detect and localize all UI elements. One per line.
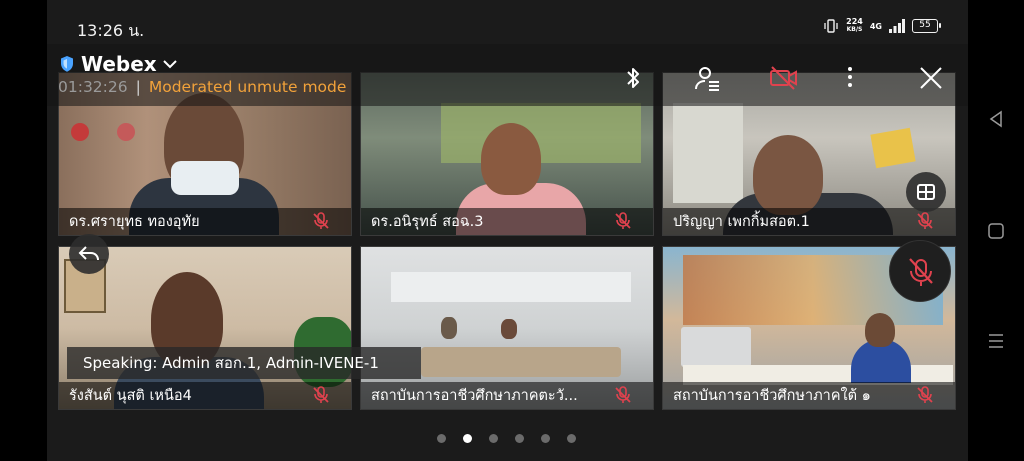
speaking-text: Speaking: Admin สอก.1, Admin-IVENE-1 <box>83 354 379 372</box>
page-dot[interactable] <box>541 434 550 443</box>
participants-icon[interactable] <box>694 64 722 92</box>
mute-icon <box>909 258 933 286</box>
shield-icon <box>61 56 73 72</box>
muted-icon <box>615 386 631 403</box>
face-mask <box>171 161 239 195</box>
participant-name: รังสันต์ นุสติ เหนือ4 <box>59 382 351 409</box>
signal-icon <box>889 19 905 33</box>
meeting-info: 01:32:26 | Moderated unmute mode <box>58 78 346 96</box>
bluetooth-icon[interactable] <box>619 64 647 92</box>
close-icon[interactable] <box>917 64 945 92</box>
app-title: Webex <box>81 52 157 76</box>
participant-name: สถาบันการอาชีวศึกษาภาคตะวั... <box>361 382 653 409</box>
page-dot[interactable] <box>567 434 576 443</box>
net-speed-unit: KB/S <box>846 26 863 33</box>
nav-home-icon[interactable] <box>987 222 1005 240</box>
speaking-indicator: Speaking: Admin สอก.1, Admin-IVENE-1 <box>67 347 421 379</box>
page-dot[interactable] <box>489 434 498 443</box>
screen: 13:26 น. 224 KB/S 4G 55 ดร.ศรายุทธ ทองอุ… <box>0 0 1024 461</box>
muted-icon <box>917 386 933 403</box>
battery-icon: 55 <box>912 19 941 33</box>
muted-icon <box>313 212 329 229</box>
participant-name: ดร.อนิรุทธ์ สอฉ.3 <box>361 208 653 235</box>
app-title-row[interactable]: Webex <box>59 52 177 76</box>
page-indicator[interactable] <box>437 434 576 443</box>
network-type: 4G <box>869 21 882 31</box>
participant-name: สถาบันการอาชีวศึกษาภาคใต้ ๑ <box>663 382 955 409</box>
clock: 13:26 น. <box>77 21 145 40</box>
net-speed-value: 224 <box>846 17 863 26</box>
muted-icon <box>615 212 631 229</box>
nav-recents-icon[interactable] <box>987 332 1005 350</box>
participant-tile[interactable]: สถาบันการอาชีวศึกษาภาคตะวั... <box>360 246 654 410</box>
vibrate-icon <box>824 19 838 33</box>
meeting-timer: 01:32:26 <box>58 78 128 96</box>
separator: | <box>135 78 141 96</box>
android-nav-bar <box>968 0 1024 461</box>
net-speed: 224 KB/S <box>846 18 863 34</box>
chevron-down-icon <box>162 60 177 69</box>
participant-name: ดร.ศรายุทธ ทองอุทัย <box>59 208 351 235</box>
meeting-top-bar: Webex 01:32:26 | Moderated unmute mode <box>47 44 968 106</box>
muted-icon <box>313 386 329 403</box>
video-off-icon[interactable] <box>768 64 800 92</box>
back-button[interactable] <box>69 234 109 274</box>
more-vert-icon[interactable] <box>844 64 856 92</box>
participant-name: ปริญญา เพกกิ้มสอต.1 <box>663 208 955 235</box>
muted-icon <box>917 212 933 229</box>
webex-app: 13:26 น. 224 KB/S 4G 55 ดร.ศรายุทธ ทองอุ… <box>47 0 968 461</box>
back-icon <box>78 246 99 261</box>
layout-grid-icon <box>917 184 935 200</box>
unmute-mode-label: Moderated unmute mode <box>148 78 347 96</box>
status-bar: 13:26 น. 224 KB/S 4G 55 <box>47 0 968 44</box>
mute-toggle-button[interactable] <box>889 240 951 302</box>
page-dot[interactable] <box>437 434 446 443</box>
system-icons: 224 KB/S 4G 55 <box>823 18 941 34</box>
nav-back-icon[interactable] <box>987 110 1005 128</box>
layout-button[interactable] <box>906 172 946 212</box>
page-dot[interactable] <box>515 434 524 443</box>
page-dot-active[interactable] <box>463 434 472 443</box>
